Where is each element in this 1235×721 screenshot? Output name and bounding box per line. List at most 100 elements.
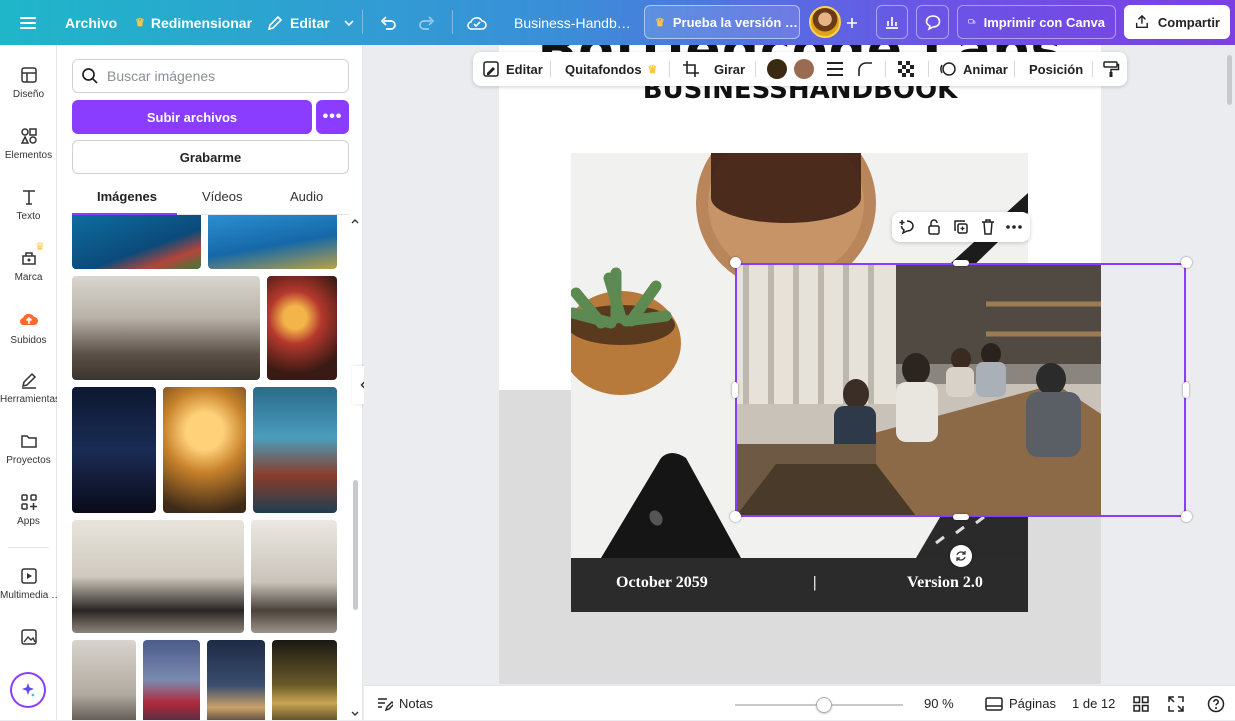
share-button[interactable]: Compartir (1124, 5, 1230, 39)
pages-icon (985, 696, 1003, 711)
rail-item-design[interactable]: Diseño (0, 65, 57, 100)
transparency-icon[interactable] (897, 52, 915, 86)
image-thumbnail[interactable] (72, 520, 244, 633)
rail-item-uploads[interactable]: Subidos (0, 307, 57, 346)
border-style-icon[interactable] (826, 52, 844, 86)
more-icon[interactable] (1004, 217, 1024, 237)
scroll-down-icon[interactable] (350, 709, 360, 719)
cloud-saved-icon[interactable] (466, 0, 488, 45)
notes-button[interactable]: Notas (377, 686, 433, 721)
image-thumbnail[interactable] (72, 276, 260, 380)
rotate-handle[interactable] (950, 545, 972, 567)
rail-label: Apps (17, 516, 40, 527)
undo-icon[interactable] (378, 0, 398, 45)
redo-icon[interactable] (417, 0, 437, 45)
image-thumbnail[interactable] (272, 640, 337, 720)
paint-format-icon[interactable] (1102, 52, 1120, 86)
image-thumbnail[interactable] (267, 276, 337, 380)
flip-button[interactable]: Girar (714, 52, 745, 86)
resize-handle[interactable] (1181, 257, 1192, 268)
rail-item-projects[interactable]: Proyectos (0, 431, 57, 466)
position-button[interactable]: Posición (1029, 52, 1083, 86)
chevron-down-icon (344, 19, 354, 26)
add-icon[interactable] (845, 0, 859, 45)
comments-button[interactable] (916, 5, 949, 39)
grid-view-icon[interactable] (1133, 686, 1149, 721)
duplicate-icon[interactable] (951, 217, 971, 237)
file-menu[interactable]: Archivo (65, 0, 117, 45)
divider (755, 61, 756, 77)
insights-button[interactable] (876, 5, 908, 39)
search-box[interactable] (72, 59, 349, 93)
avatar[interactable] (809, 6, 841, 38)
canvas-scrollbar[interactable] (1227, 55, 1232, 105)
crown-icon: ♛ (135, 17, 145, 29)
resize-handle[interactable] (1183, 382, 1189, 398)
image-thumbnail[interactable] (251, 520, 337, 633)
selection-frame[interactable] (735, 263, 1186, 517)
trash-icon[interactable] (978, 217, 998, 237)
document-title[interactable]: Business-Handb… (514, 0, 631, 45)
color-swatch[interactable] (794, 52, 814, 86)
corner-rounding-icon[interactable] (857, 52, 873, 86)
resize-handle[interactable] (730, 511, 741, 522)
rail-item-elements[interactable]: Elementos (0, 126, 57, 161)
image-thumbnail[interactable] (163, 387, 246, 513)
magic-assistant-button[interactable] (10, 672, 46, 708)
pages-button[interactable]: Páginas (985, 686, 1056, 721)
image-thumbnail[interactable] (253, 387, 337, 513)
side-rail: Diseño Elementos Texto ♛ Marca Subidos H… (0, 45, 57, 720)
divider (452, 10, 453, 34)
zoom-level[interactable]: 90 % (924, 686, 954, 721)
crop-icon[interactable] (682, 52, 700, 86)
rotate-icon (956, 551, 966, 561)
color-swatch[interactable] (767, 52, 787, 86)
rail-item-media[interactable]: Multimedia … (0, 566, 57, 601)
menu-icon[interactable] (18, 0, 38, 45)
scroll-up-icon[interactable] (350, 216, 360, 226)
search-input[interactable] (107, 68, 337, 84)
image-thumbnail[interactable] (143, 640, 200, 720)
help-icon[interactable] (1207, 686, 1225, 721)
rail-item-text[interactable]: Texto (0, 187, 57, 222)
animate-button[interactable]: Animar (939, 52, 1008, 86)
rail-label: Diseño (12, 89, 45, 100)
upload-files-button[interactable]: Subir archivos (72, 100, 312, 134)
resize-handle[interactable] (730, 257, 741, 268)
panel-scrollbar[interactable] (353, 480, 358, 610)
resize-button[interactable]: ♛ Redimensionar (135, 0, 252, 45)
version-text[interactable]: Version 2.0 (907, 574, 983, 592)
image-thumbnail[interactable] (72, 215, 201, 269)
print-button[interactable]: Imprimir con Canva (957, 5, 1116, 39)
rail-item-tools[interactable]: Herramientas (0, 370, 57, 405)
bar-chart-icon (886, 17, 898, 29)
divider (362, 10, 363, 34)
zoom-slider-knob[interactable] (816, 697, 833, 713)
date-text[interactable]: October 2059 (616, 574, 708, 592)
rail-item-brand[interactable]: ♛ Marca (0, 241, 57, 283)
lock-icon[interactable] (924, 217, 944, 237)
tab-audio[interactable]: Audio (290, 189, 323, 204)
tab-images[interactable]: Imágenes (97, 189, 157, 204)
add-comment-icon[interactable] (897, 217, 917, 237)
rail-item-apps[interactable]: Apps (0, 492, 57, 527)
edit-image-button[interactable]: Editar (482, 52, 543, 86)
record-button[interactable]: Grabarme (72, 140, 349, 174)
tab-videos[interactable]: Vídeos (202, 189, 242, 204)
resize-handle[interactable] (1181, 511, 1192, 522)
resize-handle[interactable] (732, 382, 738, 398)
resize-handle[interactable] (953, 514, 969, 520)
image-thumbnail[interactable] (208, 215, 337, 269)
animate-icon (940, 62, 956, 76)
edit-menu[interactable]: Editar (266, 0, 356, 45)
resize-handle[interactable] (953, 260, 969, 266)
image-thumbnail[interactable] (72, 640, 136, 720)
image-thumbnail[interactable] (72, 387, 156, 513)
bg-remover-button[interactable]: Quitafondos ♛ (565, 52, 657, 86)
rail-item-images[interactable] (0, 627, 57, 651)
fullscreen-icon[interactable] (1168, 686, 1184, 721)
try-pro-button[interactable]: ♛ Prueba la versión … (644, 5, 800, 39)
divider (885, 61, 886, 77)
more-options-button[interactable]: ••• (316, 100, 349, 134)
image-thumbnail[interactable] (207, 640, 265, 720)
